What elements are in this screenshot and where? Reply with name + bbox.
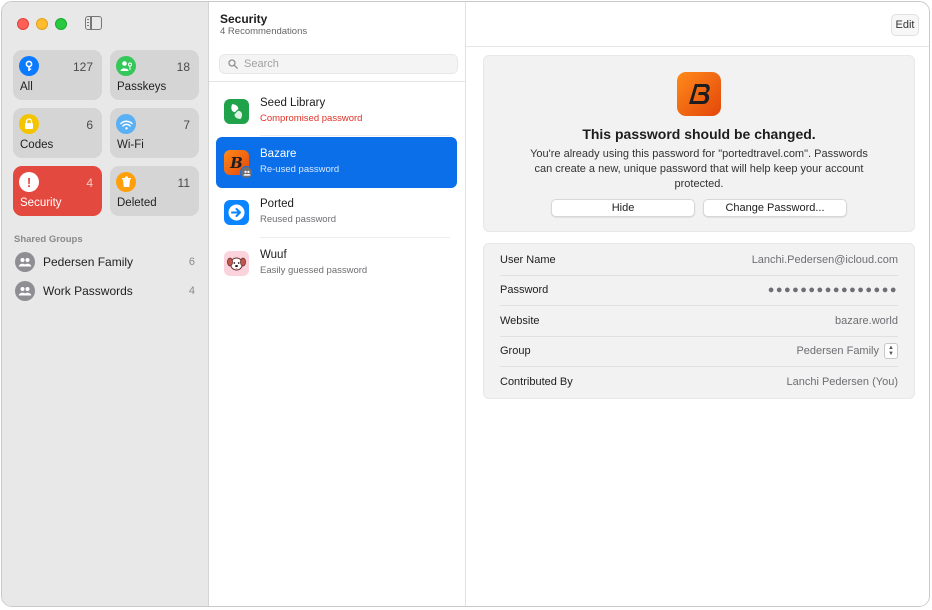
edit-button[interactable]: Edit [891, 14, 919, 36]
category-tile-all[interactable]: 127 All [13, 50, 102, 100]
tile-count: 7 [183, 118, 190, 132]
search-icon [228, 59, 238, 69]
search-placeholder: Search [244, 58, 279, 70]
website-value[interactable]: bazare.world [835, 315, 898, 327]
group-count: 4 [188, 285, 195, 297]
item-title: Wuuf [260, 249, 287, 261]
item-title: Bazare [260, 148, 297, 160]
category-tile-passkeys[interactable]: 18 Passkeys [110, 50, 199, 100]
group-people-icon [15, 281, 35, 301]
change-password-button[interactable]: Change Password... [703, 199, 847, 217]
seed-library-app-icon [224, 99, 249, 124]
field-label: Website [500, 315, 540, 327]
category-tile-deleted[interactable]: 11 Deleted [110, 166, 199, 216]
detail-pane: Edit This password should be changed. Yo… [466, 2, 929, 606]
wuuf-dog-app-icon [224, 251, 249, 276]
shared-group-pedersen-family[interactable]: Pedersen Family 6 [15, 251, 195, 273]
tile-count: 4 [86, 176, 93, 190]
field-row-website[interactable]: Website bazare.world [500, 306, 898, 336]
group-label: Work Passwords [43, 284, 133, 298]
tile-count: 18 [176, 60, 190, 74]
field-row-group[interactable]: Group Pedersen Family ▲ ▼ [500, 336, 898, 366]
contributed-by-value: Lanchi Pedersen (You) [786, 376, 898, 388]
item-subtitle: Compromised password [260, 113, 363, 124]
shared-badge-icon [240, 166, 253, 179]
list-divider [209, 81, 465, 82]
group-select[interactable]: Pedersen Family ▲ ▼ [796, 343, 898, 359]
item-title: Seed Library [260, 97, 326, 109]
tile-label: Security [20, 197, 62, 209]
security-warning-card: This password should be changed. You're … [483, 55, 915, 232]
exclamation-icon: ! [19, 172, 39, 192]
minimize-window-button[interactable] [36, 18, 48, 30]
key-icon [19, 56, 39, 76]
group-people-icon [15, 252, 35, 272]
close-window-button[interactable] [17, 18, 29, 30]
field-row-username[interactable]: User Name Lanchi.Pedersen@icloud.com [500, 245, 898, 275]
field-label: Contributed By [500, 376, 573, 388]
group-label: Pedersen Family [43, 255, 134, 269]
tile-count: 6 [86, 118, 93, 132]
item-subtitle: Reused password [260, 214, 337, 225]
bazare-app-icon-large [677, 72, 721, 116]
passwords-window: 127 All 18 Passkeys 6 Codes 7 Wi-Fi ! 4 … [1, 1, 930, 607]
item-title: Ported [260, 198, 294, 210]
group-count: 6 [188, 256, 195, 268]
toolbar-divider [466, 46, 929, 47]
tile-label: Passkeys [117, 81, 167, 93]
hide-button[interactable]: Hide [551, 199, 695, 217]
tile-label: Wi-Fi [117, 139, 144, 151]
passkey-icon [116, 56, 136, 76]
chevron-up-down-icon[interactable]: ▲ ▼ [884, 343, 898, 359]
field-label: Group [500, 345, 531, 357]
list-item-wuuf[interactable]: Wuuf Easily guessed password [216, 238, 457, 289]
sidebar-toggle-icon[interactable] [85, 16, 102, 30]
lock-clock-icon [19, 114, 39, 134]
sidebar: 127 All 18 Passkeys 6 Codes 7 Wi-Fi ! 4 … [2, 2, 209, 606]
field-label: Password [500, 284, 549, 296]
tile-label: All [20, 81, 33, 93]
list-item-bazare[interactable]: B Bazare Re-used password [216, 137, 457, 188]
item-subtitle: Re-used password [260, 164, 340, 175]
field-row-contributed-by: Contributed By Lanchi Pedersen (You) [500, 367, 898, 397]
ported-app-icon [224, 200, 249, 225]
category-tile-codes[interactable]: 6 Codes [13, 108, 102, 158]
wifi-icon [116, 114, 136, 134]
tile-count: 127 [72, 60, 93, 74]
search-field[interactable]: Search [219, 54, 458, 74]
zoom-window-button[interactable] [55, 18, 67, 30]
list-item-seed-library[interactable]: Seed Library Compromised password [216, 86, 457, 137]
warning-message: You're already using this password for "… [530, 148, 868, 190]
warning-title: This password should be changed. [582, 126, 816, 142]
field-label: User Name [500, 254, 556, 266]
credential-fields-card: User Name Lanchi.Pedersen@icloud.com Pas… [483, 243, 915, 399]
username-value[interactable]: Lanchi.Pedersen@icloud.com [752, 254, 898, 266]
tile-count: 11 [177, 176, 190, 190]
password-value[interactable]: ●●●●●●●●●●●●●●●● [768, 284, 898, 296]
field-row-password[interactable]: Password ●●●●●●●●●●●●●●●● [500, 275, 898, 305]
tile-label: Deleted [117, 197, 157, 209]
list-item-ported[interactable]: Ported Reused password [216, 187, 457, 238]
list-separator [260, 135, 450, 136]
category-tile-security[interactable]: ! 4 Security [13, 166, 102, 216]
list-title: Security [220, 12, 268, 26]
shared-group-work-passwords[interactable]: Work Passwords 4 [15, 280, 195, 302]
bazare-app-icon: B [224, 150, 253, 179]
trash-icon [116, 172, 136, 192]
window-controls [17, 18, 67, 30]
group-value: Pedersen Family [796, 345, 879, 357]
list-subtitle: 4 Recommendations [220, 26, 308, 37]
category-tile-wifi[interactable]: 7 Wi-Fi [110, 108, 199, 158]
item-subtitle: Easily guessed password [260, 265, 368, 276]
tile-label: Codes [20, 139, 54, 151]
recommendations-list-pane: Security 4 Recommendations Search Seed L… [209, 2, 466, 606]
shared-groups-heading: Shared Groups [14, 234, 83, 245]
